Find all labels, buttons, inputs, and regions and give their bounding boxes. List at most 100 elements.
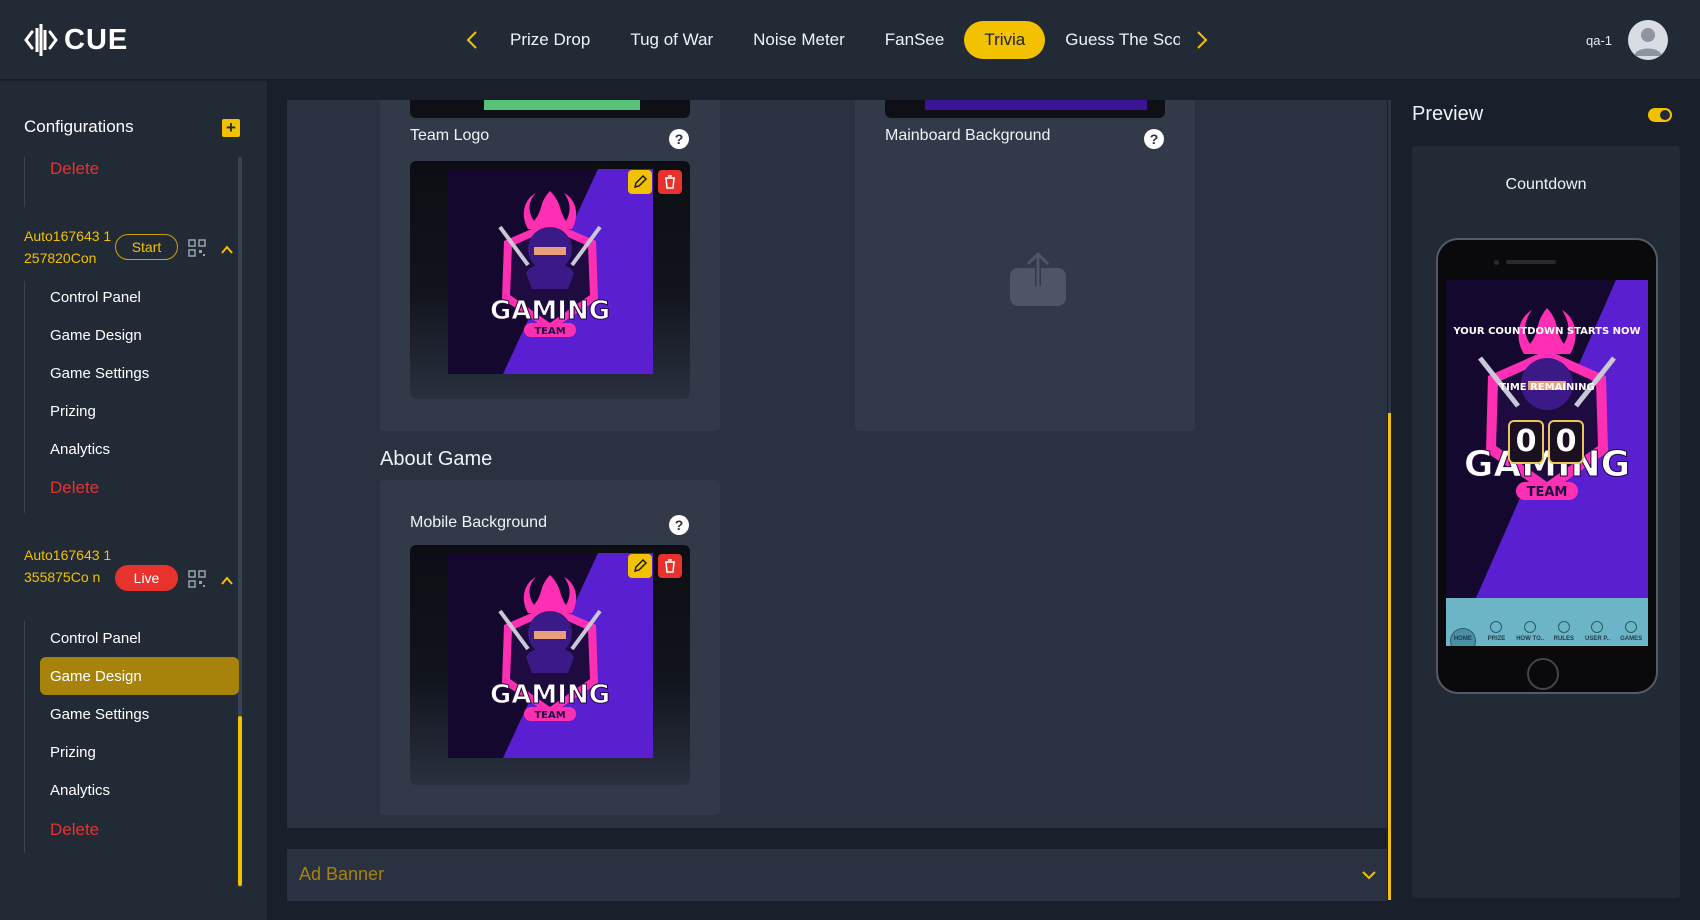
pencil-icon [633, 174, 648, 189]
about-game-title: About Game [380, 448, 493, 470]
phone-screen: GAMING TEAM Your Countdown Starts Now Ti… [1446, 280, 1648, 646]
phone-home-button [1527, 658, 1559, 690]
tab-guess-the-sco[interactable]: Guess The Sco [1045, 21, 1180, 59]
nav-prev-arrow-icon[interactable] [462, 28, 482, 52]
phone-nav-item: GAMES [1616, 621, 1646, 642]
trash-icon [665, 175, 675, 189]
mainboard-background-label: Mainboard Background [885, 127, 1051, 144]
add-configuration-button[interactable]: + [222, 119, 240, 137]
phone-nav-label: PRIZE [1487, 636, 1506, 642]
qr-code-icon[interactable] [188, 239, 206, 257]
help-icon[interactable]: ? [669, 129, 689, 149]
delete-game-link[interactable]: Delete [50, 478, 99, 498]
sidebar-item-prizing[interactable]: Prizing [50, 744, 96, 761]
team-logo-card: Team Logo ? GAMING TEAM [380, 100, 720, 431]
phone-nav-icon [1557, 621, 1570, 633]
ad-banner-accordion[interactable]: Ad Banner [287, 849, 1387, 901]
sidebar-item-game-settings[interactable]: Game Settings [50, 365, 149, 382]
previous-image-fill [925, 100, 1147, 110]
sidebar-item-game-settings[interactable]: Game Settings [50, 706, 149, 723]
preview-panel: Countdown GAMING TEAM Your Countdown Sta… [1412, 146, 1680, 898]
sidebar-item-prizing[interactable]: Prizing [50, 403, 96, 420]
phone-nav-icon [1490, 621, 1503, 633]
tab-trivia[interactable]: Trivia [964, 21, 1046, 59]
edit-image-button[interactable] [628, 554, 652, 578]
team-logo-image[interactable]: GAMING TEAM [410, 161, 690, 399]
help-icon[interactable]: ? [1144, 129, 1164, 149]
logo-mark-icon [24, 24, 58, 56]
time-remaining-label: Time Remaining [1499, 382, 1595, 393]
phone-nav-label: GAMES [1620, 636, 1643, 642]
game-type-tabs: Prize Drop Tug of War Noise Meter FanSee Tri… [490, 20, 1180, 60]
avatar[interactable] [1628, 20, 1668, 60]
trash-icon [665, 559, 675, 573]
countdown-headline: Your Countdown Starts Now [1453, 326, 1641, 337]
phone-nav-label: RULES [1553, 636, 1574, 642]
phone-nav-item: RULES [1549, 621, 1579, 642]
delete-config-link[interactable]: Delete [50, 159, 99, 179]
tree-line [24, 281, 25, 513]
game-name-2[interactable]: Auto167643 1355875Co n [24, 544, 116, 588]
tab-tug-of-war[interactable]: Tug of War [610, 21, 733, 59]
toggle-knob [1660, 110, 1670, 120]
phone-nav-label: HOW TO.. [1516, 636, 1545, 642]
logo-text: CUE [64, 23, 129, 56]
team-logo-label: Team Logo [410, 127, 490, 144]
start-button[interactable]: Start [115, 234, 178, 260]
phone-speaker [1506, 260, 1556, 264]
collapse-chevron-icon[interactable] [220, 243, 234, 257]
previous-image-edge [410, 100, 690, 118]
phone-nav-label: USER P.. [1585, 636, 1610, 642]
countdown-digit: 0 [1508, 420, 1544, 464]
preview-title: Preview [1412, 103, 1484, 125]
tab-fansee[interactable]: FanSee [865, 21, 965, 59]
countdown-digit: 0 [1548, 420, 1584, 464]
tab-noise-meter[interactable]: Noise Meter [733, 21, 865, 59]
delete-game-link[interactable]: Delete [50, 820, 99, 840]
edit-image-button[interactable] [628, 170, 652, 194]
nav-next-arrow-icon[interactable] [1192, 28, 1212, 52]
phone-camera [1494, 260, 1499, 265]
sidebar-item-control-panel[interactable]: Control Panel [50, 289, 141, 306]
sidebar-item-analytics[interactable]: Analytics [50, 782, 110, 799]
tab-prize-drop[interactable]: Prize Drop [490, 21, 610, 59]
logo-word-text: GAMING [490, 296, 610, 326]
upload-icon[interactable] [1010, 250, 1066, 306]
collapse-chevron-icon[interactable] [220, 574, 234, 588]
mobile-background-label: Mobile Background [410, 514, 547, 531]
app-logo[interactable]: CUE [24, 22, 128, 58]
mobile-background-card: Mobile Background ? GAMING TEAM [380, 480, 720, 815]
sidebar-scrollbar-thumb[interactable] [238, 716, 242, 886]
phone-nav-label: HOME [1453, 636, 1472, 642]
mobile-background-image[interactable]: GAMING TEAM [410, 545, 690, 785]
delete-image-button[interactable] [658, 170, 682, 194]
sidebar-item-control-panel[interactable]: Control Panel [50, 630, 141, 647]
user-icon [1634, 28, 1662, 56]
chevron-down-icon[interactable] [1361, 867, 1377, 883]
previous-image-fill [484, 100, 640, 110]
game-name-1[interactable]: Auto167643 1257820Con [24, 225, 116, 269]
phone-nav-item: PRIZE [1481, 621, 1511, 642]
phone-nav-icon [1591, 621, 1604, 633]
sidebar-item-game-design-active[interactable]: Game Design [50, 668, 142, 685]
phone-nav-item: HOW TO.. [1515, 621, 1545, 642]
phone-mockup: GAMING TEAM Your Countdown Starts Now Ti… [1436, 238, 1658, 694]
logo-sub-text: TEAM [1527, 485, 1568, 500]
help-icon[interactable]: ? [669, 515, 689, 535]
previous-image-edge [885, 100, 1165, 118]
sidebar-item-game-design[interactable]: Game Design [50, 327, 142, 344]
preview-screen-name[interactable]: Countdown [1412, 176, 1680, 194]
main-scrollbar-thumb[interactable] [1388, 413, 1391, 900]
qr-code-icon[interactable] [188, 570, 206, 588]
live-badge-button[interactable]: Live [115, 565, 178, 591]
phone-nav-item: USER P.. [1582, 621, 1612, 642]
logo-sub-text: TEAM [534, 326, 565, 337]
user-name[interactable]: qa-1 [1586, 33, 1612, 48]
sidebar-item-analytics[interactable]: Analytics [50, 441, 110, 458]
tree-line [24, 157, 25, 207]
gaming-team-logo-image: GAMING TEAM [448, 169, 653, 374]
preview-toggle[interactable] [1648, 108, 1672, 122]
phone-bottom-nav: HOME PRIZE HOW TO.. RULES USER P.. GAMES [1446, 598, 1648, 646]
top-bar: CUE Prize Drop Tug of War Noise Meter FanSe… [0, 0, 1700, 80]
delete-image-button[interactable] [658, 554, 682, 578]
